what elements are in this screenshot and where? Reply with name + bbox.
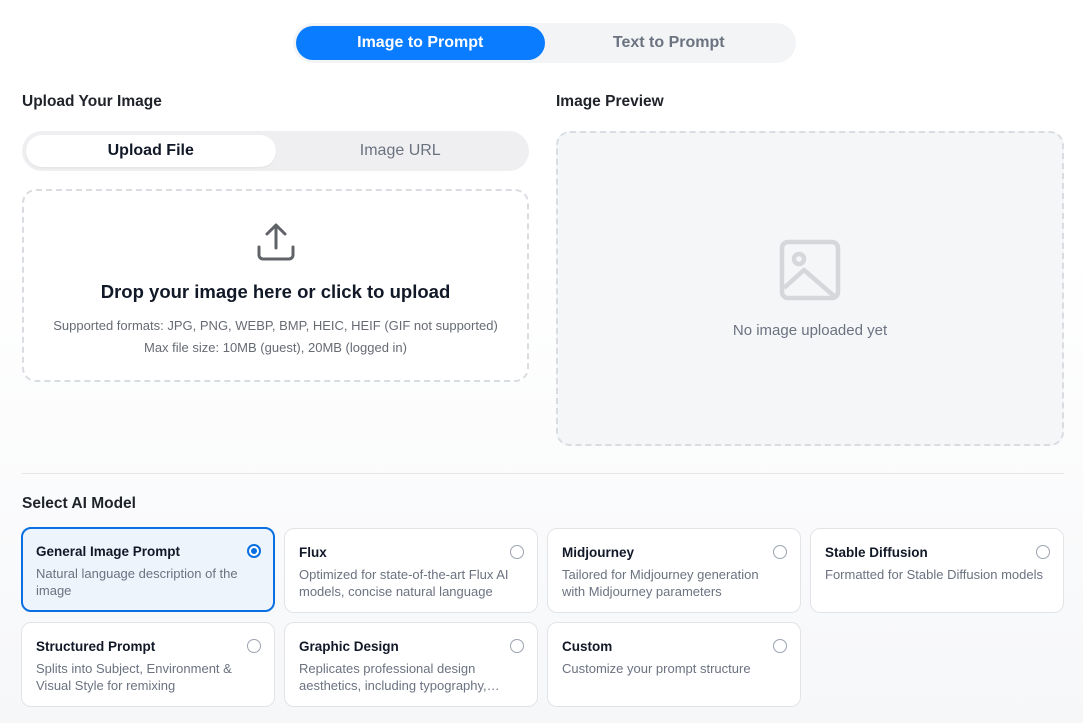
model-card-title: Stable Diffusion — [825, 545, 928, 560]
image-preview-panel: No image uploaded yet — [556, 131, 1064, 446]
model-card-desc: Optimized for state-of-the-art Flux AI m… — [299, 567, 509, 599]
section-divider — [22, 473, 1064, 474]
model-card-desc: Formatted for Stable Diffusion models — [825, 567, 1043, 582]
model-radio[interactable] — [773, 545, 787, 559]
upload-icon — [257, 223, 294, 261]
upload-dropzone[interactable]: Drop your image here or click to upload … — [22, 189, 529, 382]
model-radio[interactable] — [247, 639, 261, 653]
image-placeholder-icon — [779, 239, 841, 301]
dropzone-title: Drop your image here or click to upload — [100, 281, 451, 302]
model-card-title: Midjourney — [562, 545, 635, 560]
tab-image-url[interactable]: Image URL — [276, 135, 526, 167]
model-card-custom[interactable]: Custom Customize your prompt structure — [547, 622, 801, 707]
upload-source-toggle: Upload File Image URL — [22, 131, 529, 171]
model-card-flux[interactable]: Flux Optimized for state-of-the-art Flux… — [284, 528, 538, 613]
model-card-title: General Image Prompt — [36, 544, 181, 559]
model-card-graphic-design[interactable]: Graphic Design Replicates professional d… — [284, 622, 538, 707]
model-card-desc: Tailored for Midjourney generation with … — [562, 567, 759, 599]
model-radio[interactable] — [510, 545, 524, 559]
tab-upload-file[interactable]: Upload File — [26, 135, 276, 167]
dropzone-hint: Supported formats: JPG, PNG, WEBP, BMP, … — [53, 315, 498, 359]
model-section-title: Select AI Model — [22, 495, 136, 512]
mode-toggle: Image to Prompt Text to Prompt — [293, 23, 796, 63]
max-file-size-text: Max file size: 10MB (guest), 20MB (logge… — [143, 340, 407, 355]
model-card-general-image-prompt[interactable]: General Image Prompt Natural language de… — [21, 527, 275, 612]
supported-formats-text: Supported formats: JPG, PNG, WEBP, BMP, … — [53, 318, 498, 333]
upload-section-title: Upload Your Image — [22, 93, 162, 110]
tab-image-to-prompt[interactable]: Image to Prompt — [296, 26, 545, 60]
model-card-title: Custom — [562, 639, 613, 654]
model-card-title: Graphic Design — [299, 639, 399, 654]
model-card-desc: Natural language description of the imag… — [36, 566, 238, 598]
model-card-desc: Splits into Subject, Environment & Visua… — [36, 661, 232, 693]
model-card-title: Flux — [299, 545, 327, 560]
model-card-stable-diffusion[interactable]: Stable Diffusion Formatted for Stable Di… — [810, 528, 1064, 613]
model-card-desc: Replicates professional design aesthetic… — [299, 661, 487, 693]
model-card-desc: Customize your prompt structure — [562, 661, 751, 676]
model-card-midjourney[interactable]: Midjourney Tailored for Midjourney gener… — [547, 528, 801, 613]
preview-section-title: Image Preview — [556, 93, 664, 110]
model-card-title: Structured Prompt — [36, 639, 156, 654]
model-radio[interactable] — [773, 639, 787, 653]
model-radio[interactable] — [510, 639, 524, 653]
model-radio[interactable] — [1036, 545, 1050, 559]
tab-text-to-prompt[interactable]: Text to Prompt — [545, 26, 794, 60]
model-card-structured-prompt[interactable]: Structured Prompt Splits into Subject, E… — [21, 622, 275, 707]
preview-empty-text: No image uploaded yet — [732, 322, 888, 339]
model-radio[interactable] — [247, 544, 261, 558]
